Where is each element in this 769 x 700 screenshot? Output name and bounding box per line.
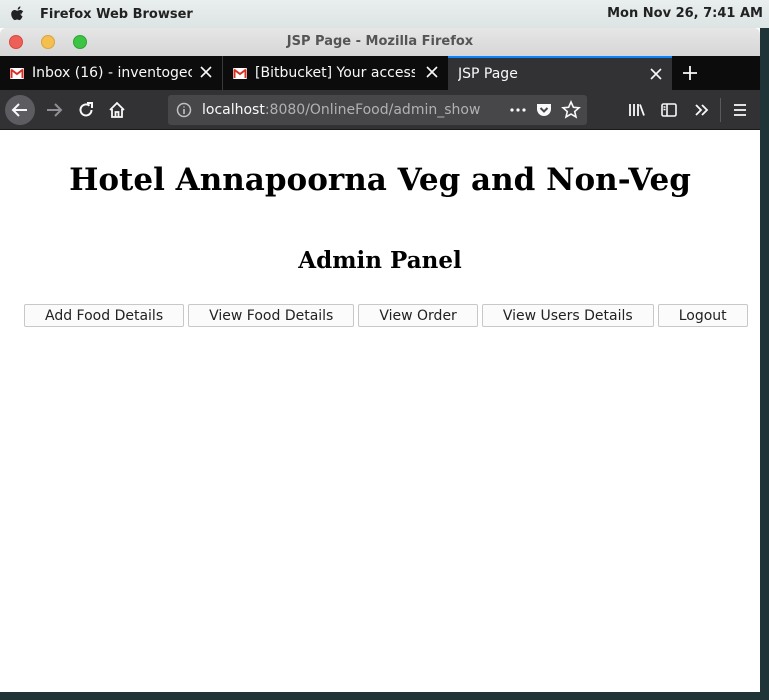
add-food-details-button[interactable]: Add Food Details — [24, 304, 185, 327]
page-subtitle: Admin Panel — [298, 247, 462, 274]
new-tab-button[interactable] — [672, 56, 708, 90]
close-tab-icon[interactable] — [426, 66, 438, 78]
tab-label: JSP Page — [458, 66, 518, 82]
logout-button[interactable]: Logout — [657, 304, 748, 327]
page-actions-icon[interactable] — [509, 101, 527, 119]
tab-strip: Inbox (16) - inventogec@ [Bitbucket] You… — [0, 56, 760, 90]
library-icon — [629, 104, 645, 116]
tab-jsp-page[interactable]: JSP Page — [448, 56, 672, 90]
close-tab-icon[interactable] — [200, 66, 212, 78]
app-name[interactable]: Firefox Web Browser — [40, 7, 193, 22]
gmail-icon — [233, 67, 247, 79]
library-button[interactable] — [623, 96, 651, 124]
tab-bitbucket[interactable]: [Bitbucket] Your access t — [222, 56, 448, 90]
menu-bar: Firefox Web Browser Mon Nov 26, 7:41 AM — [0, 0, 769, 28]
browser-window: JSP Page - Mozilla Firefox Inbox (16) - … — [0, 28, 760, 692]
title-bar: JSP Page - Mozilla Firefox — [0, 28, 760, 56]
sidebar-button[interactable] — [655, 96, 683, 124]
view-users-details-button[interactable]: View Users Details — [481, 304, 654, 327]
tab-label: Inbox (16) - inventogec@ — [32, 65, 192, 81]
back-button[interactable] — [5, 95, 35, 125]
hamburger-menu-button[interactable] — [726, 96, 754, 124]
home-icon — [109, 101, 125, 118]
plus-icon — [683, 66, 697, 80]
sidebar-icon — [661, 103, 677, 117]
view-order-button[interactable]: View Order — [358, 304, 478, 327]
arrow-left-icon — [11, 103, 27, 117]
desktop-background — [0, 692, 769, 700]
overflow-menu-button[interactable] — [687, 96, 715, 124]
tab-label: [Bitbucket] Your access t — [255, 65, 415, 81]
reload-icon — [79, 102, 93, 117]
reload-button[interactable] — [72, 96, 100, 124]
url-host: localhost — [202, 102, 265, 118]
page-content: Hotel Annapoorna Veg and Non-Veg Admin P… — [0, 130, 760, 692]
apple-icon[interactable] — [10, 5, 26, 23]
view-food-details-button[interactable]: View Food Details — [188, 304, 355, 327]
bookmark-star-icon[interactable] — [561, 100, 581, 120]
window-title: JSP Page - Mozilla Firefox — [286, 34, 474, 49]
url-path: :8080/OnlineFood/admin_show — [264, 102, 481, 118]
navigation-toolbar: localhost:8080/OnlineFood/admin_show — [0, 90, 760, 130]
menubar-clock[interactable]: Mon Nov 26, 7:41 AM — [607, 6, 763, 21]
info-icon[interactable] — [176, 102, 192, 118]
home-button[interactable] — [103, 96, 131, 124]
gmail-icon — [10, 67, 24, 79]
pocket-icon[interactable] — [535, 101, 553, 119]
page-title: Hotel Annapoorna Veg and Non-Veg — [69, 162, 691, 198]
chevron-double-right-icon — [695, 104, 709, 116]
url-text[interactable]: localhost:8080/OnlineFood/admin_show — [202, 102, 492, 118]
hamburger-menu-icon — [734, 104, 746, 116]
admin-button-row: Add Food Details View Food Details View … — [24, 304, 748, 327]
url-bar[interactable]: localhost:8080/OnlineFood/admin_show — [168, 95, 587, 125]
toolbar-divider — [720, 98, 721, 122]
forward-button[interactable] — [40, 96, 68, 124]
tab-inbox[interactable]: Inbox (16) - inventogec@ — [0, 56, 222, 90]
close-tab-icon[interactable] — [650, 68, 662, 80]
arrow-right-icon — [47, 103, 63, 117]
